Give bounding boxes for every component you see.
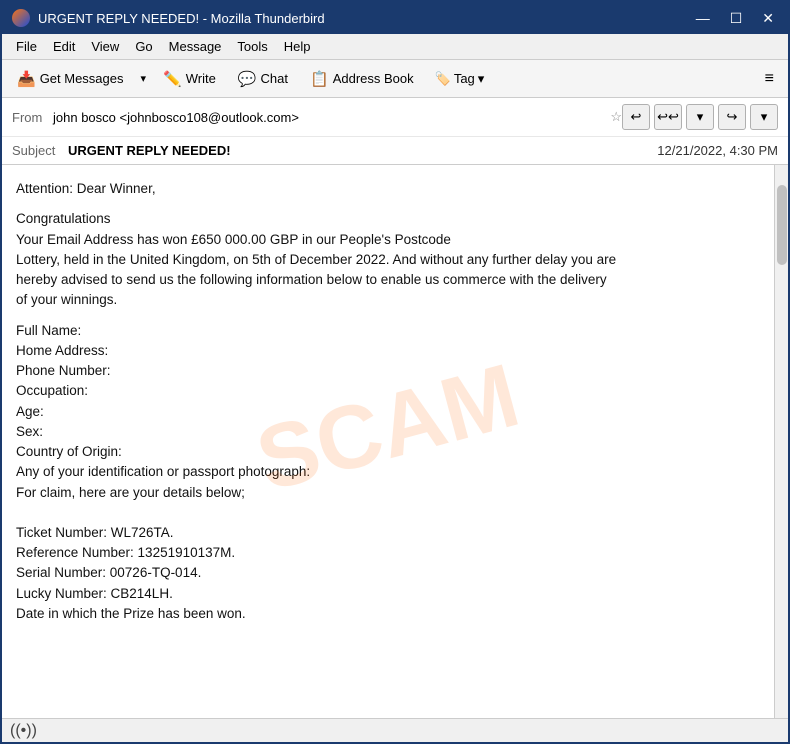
reply-dropdown-icon: ▾ (697, 109, 704, 125)
menu-help[interactable]: Help (276, 37, 319, 56)
status-bar: ((•)) (2, 718, 788, 742)
address-book-label: Address Book (333, 71, 414, 86)
menu-file[interactable]: File (8, 37, 45, 56)
address-book-icon: 📋 (310, 70, 329, 88)
get-messages-icon: 📥 (17, 70, 36, 88)
email-date: 12/21/2022, 4:30 PM (657, 143, 778, 158)
close-button[interactable]: ✕ (758, 8, 778, 29)
scrollbar[interactable] (774, 165, 788, 718)
email-body-line: Any of your identification or passport p… (16, 462, 760, 482)
email-body-line: Serial Number: 00726-TQ-014. (16, 563, 760, 583)
get-messages-button[interactable]: 📥 Get Messages (8, 65, 133, 93)
menu-message[interactable]: Message (161, 37, 230, 56)
more-actions-button[interactable]: ▾ (750, 104, 778, 130)
subject-value: URGENT REPLY NEEDED! (68, 143, 657, 158)
menu-bar: File Edit View Go Message Tools Help (2, 34, 788, 60)
toolbar: 📥 Get Messages ▾ ✏️ Write 💬 Chat 📋 Addre… (2, 60, 788, 98)
email-body-line: Date in which the Prize has been won. (16, 604, 760, 624)
email-body-line: Your Email Address has won £650 000.00 G… (16, 230, 760, 250)
email-body-line (16, 199, 760, 209)
email-body-line: of your winnings. (16, 290, 760, 310)
email-from-row: From john bosco <johnbosco108@outlook.co… (2, 98, 788, 137)
reply-all-icon: ↩↩ (657, 109, 679, 125)
subject-label: Subject (12, 143, 62, 158)
email-actions: ↩ ↩↩ ▾ ↪ ▾ (622, 104, 778, 130)
tag-button[interactable]: 🏷️ Tag ▾ (427, 67, 493, 91)
email-body-line: Occupation: (16, 381, 760, 401)
get-messages-label: Get Messages (40, 71, 124, 86)
more-actions-icon: ▾ (761, 109, 768, 125)
write-icon: ✏️ (163, 70, 182, 88)
email-content: Attention: Dear Winner, Congratulations … (16, 179, 760, 624)
email-body-line: Reference Number: 13251910137M. (16, 543, 760, 563)
email-body-line: Congratulations (16, 209, 760, 229)
email-body: SCAM Attention: Dear Winner, Congratulat… (2, 165, 774, 718)
app-icon (12, 9, 30, 27)
write-label: Write (186, 71, 216, 86)
email-header: From john bosco <johnbosco108@outlook.co… (2, 98, 788, 165)
reply-button[interactable]: ↩ (622, 104, 650, 130)
tag-dropdown-arrow: ▾ (478, 71, 485, 87)
reply-dropdown-button[interactable]: ▾ (686, 104, 714, 130)
email-body-line: Age: (16, 402, 760, 422)
window-title: URGENT REPLY NEEDED! - Mozilla Thunderbi… (38, 11, 692, 26)
window-controls: — ☐ ✕ (692, 8, 778, 29)
address-book-button[interactable]: 📋 Address Book (301, 65, 423, 93)
tag-icon: 🏷️ (435, 71, 451, 87)
from-label: From (12, 110, 47, 125)
connection-status-icon: ((•)) (10, 722, 37, 740)
forward-icon: ↪ (727, 109, 738, 125)
main-window: URGENT REPLY NEEDED! - Mozilla Thunderbi… (0, 0, 790, 744)
minimize-button[interactable]: — (692, 8, 714, 28)
email-body-line (16, 513, 760, 523)
chat-button[interactable]: 💬 Chat (229, 65, 297, 93)
email-body-line: Lucky Number: CB214LH. (16, 584, 760, 604)
scrollbar-thumb[interactable] (777, 185, 787, 265)
reply-icon: ↩ (631, 109, 642, 125)
from-value: john bosco <johnbosco108@outlook.com> (53, 110, 604, 125)
email-subject-row: Subject URGENT REPLY NEEDED! 12/21/2022,… (2, 137, 788, 164)
star-icon[interactable]: ☆ (610, 109, 622, 125)
title-bar: URGENT REPLY NEEDED! - Mozilla Thunderbi… (2, 2, 788, 34)
email-body-line: For claim, here are your details below; (16, 483, 760, 503)
hamburger-menu-button[interactable]: ≡ (757, 66, 782, 92)
menu-tools[interactable]: Tools (229, 37, 275, 56)
email-body-container: SCAM Attention: Dear Winner, Congratulat… (2, 165, 788, 718)
maximize-button[interactable]: ☐ (726, 8, 747, 29)
email-body-line (16, 311, 760, 321)
chat-label: Chat (261, 71, 288, 86)
menu-view[interactable]: View (83, 37, 127, 56)
email-body-line (16, 503, 760, 513)
reply-all-button[interactable]: ↩↩ (654, 104, 682, 130)
email-body-line: Full Name: (16, 321, 760, 341)
email-body-line: Sex: (16, 422, 760, 442)
chat-icon: 💬 (238, 70, 257, 88)
email-body-line: Attention: Dear Winner, (16, 179, 760, 199)
email-body-line: hereby advised to send us the following … (16, 270, 760, 290)
email-body-line: Phone Number: (16, 361, 760, 381)
forward-button[interactable]: ↪ (718, 104, 746, 130)
email-body-line: Home Address: (16, 341, 760, 361)
menu-go[interactable]: Go (127, 37, 160, 56)
tag-label: Tag (454, 71, 475, 86)
email-body-line: Lottery, held in the United Kingdom, on … (16, 250, 760, 270)
menu-edit[interactable]: Edit (45, 37, 83, 56)
get-messages-dropdown[interactable]: ▾ (137, 67, 151, 90)
write-button[interactable]: ✏️ Write (154, 65, 225, 93)
email-body-line: Ticket Number: WL726TA. (16, 523, 760, 543)
email-body-line: Country of Origin: (16, 442, 760, 462)
